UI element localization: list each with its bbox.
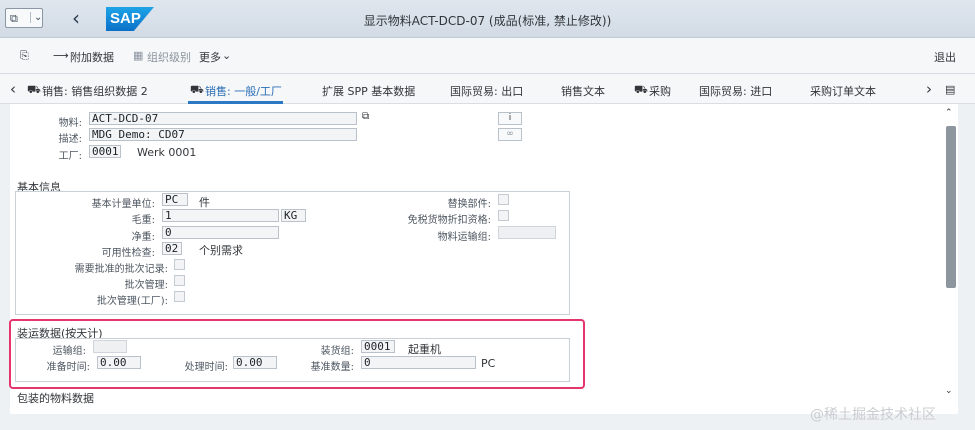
tab-purchasing[interactable]: 采购: [649, 83, 671, 99]
transport-group-field[interactable]: [498, 226, 556, 239]
replacement-part-checkbox[interactable]: [498, 194, 509, 205]
tab-foreign-trade-import[interactable]: 国际贸易: 进口: [699, 83, 772, 99]
batch-mgmt-plant-checkbox[interactable]: [174, 291, 185, 302]
toolbar: ⎘ ⟶ 附加数据 ▦ 组织级别 更多 ⌄ 退出: [0, 38, 975, 74]
description-field[interactable]: MDG Demo: CD07: [89, 128, 357, 141]
discount-label: 免税货物折扣资格:: [407, 215, 491, 226]
tab-sales-general-plant[interactable]: 销售: 一般/工厂: [205, 83, 282, 99]
window-title: 显示物料ACT-DCD-07 (成品(标准, 禁止修改)): [363, 14, 612, 28]
availability-check-label: 可用性检查:: [101, 248, 155, 259]
uom-field[interactable]: PC: [162, 193, 188, 206]
plant-name: Werk 0001: [137, 146, 197, 159]
batch-mgmt-label: 批次管理:: [124, 280, 168, 291]
transport-group-label: 物料运输组:: [437, 232, 491, 243]
batch-record-checkbox[interactable]: [174, 259, 185, 270]
batch-record-label: 需要批准的批次记录:: [74, 264, 168, 275]
discount-checkbox[interactable]: [498, 210, 509, 221]
uom-text: 件: [199, 196, 210, 209]
uom-label: 基本计量单位:: [91, 199, 155, 210]
gross-weight-field[interactable]: 1: [162, 209, 279, 222]
tab-scroll-right-icon[interactable]: ›: [926, 80, 932, 98]
packaging-title: 包装的物料数据: [17, 392, 94, 405]
tab-po-text[interactable]: 采购订单文本: [810, 83, 876, 99]
attach-data-button[interactable]: 附加数据: [70, 49, 114, 65]
copy-icon[interactable]: ⧉: [362, 111, 369, 122]
exit-button[interactable]: 退出: [934, 49, 956, 65]
batch-mgmt-plant-label: 批次管理(工厂):: [96, 296, 168, 307]
tab-list-icon[interactable]: ▤: [945, 83, 955, 96]
material-field[interactable]: ACT-DCD-07: [89, 112, 357, 125]
scrollbar-thumb[interactable]: [946, 126, 956, 288]
net-weight-field[interactable]: 0: [162, 226, 279, 239]
material-label: 物料:: [58, 118, 82, 129]
vertical-scrollbar[interactable]: ⌃ ⌄: [944, 104, 958, 414]
arrow-right-icon: ⟶: [53, 49, 69, 62]
tab-strip: ‹ ⛟ 销售: 销售组织数据 2 ⛟ 销售: 一般/工厂 扩展 SPP 基本数据…: [0, 74, 975, 104]
info-icon[interactable]: i: [498, 112, 522, 125]
display-change-icon[interactable]: ⎘: [20, 49, 29, 63]
plant-field[interactable]: 0001: [89, 145, 121, 158]
shell-bar: ⧉ ⌄ ‹ SAP 显示物料ACT-DCD-07 (成品(标准, 禁止修改)): [0, 0, 975, 38]
org-levels-icon: ▦: [133, 49, 144, 62]
tab-scroll-left-icon[interactable]: ‹: [10, 80, 16, 98]
watermark: @稀土掘金技术社区: [810, 407, 936, 423]
availability-check-field[interactable]: 02: [162, 242, 182, 255]
highlight-box: [9, 319, 585, 389]
tab-icon: ⛟: [190, 83, 204, 96]
replacement-part-label: 替换部件:: [447, 199, 491, 210]
scroll-up-icon[interactable]: ⌃: [945, 108, 953, 118]
tab-icon: ⛟: [634, 83, 648, 96]
tab-sales-text[interactable]: 销售文本: [561, 83, 605, 99]
tab-sales-org-2[interactable]: 销售: 销售组织数据 2: [42, 83, 148, 99]
description-label: 描述:: [58, 134, 82, 145]
net-weight-label: 净重:: [131, 232, 155, 243]
availability-check-text: 个别需求: [199, 244, 243, 257]
weight-unit-field[interactable]: KG: [281, 209, 306, 222]
chevron-down-icon: ⌄: [222, 49, 232, 62]
tab-icon: ⛟: [27, 83, 41, 96]
scroll-down-icon[interactable]: ⌄: [945, 386, 953, 396]
plant-label: 工厂:: [58, 151, 82, 162]
org-levels-button[interactable]: 组织级别: [147, 49, 191, 65]
glasses-icon[interactable]: ∞: [498, 128, 522, 141]
more-button[interactable]: 更多: [199, 49, 221, 65]
batch-mgmt-checkbox[interactable]: [174, 275, 185, 286]
gross-weight-label: 毛重:: [131, 215, 155, 226]
tab-foreign-trade-export[interactable]: 国际贸易: 出口: [450, 83, 523, 99]
tab-extend-spp[interactable]: 扩展 SPP 基本数据: [322, 83, 415, 99]
